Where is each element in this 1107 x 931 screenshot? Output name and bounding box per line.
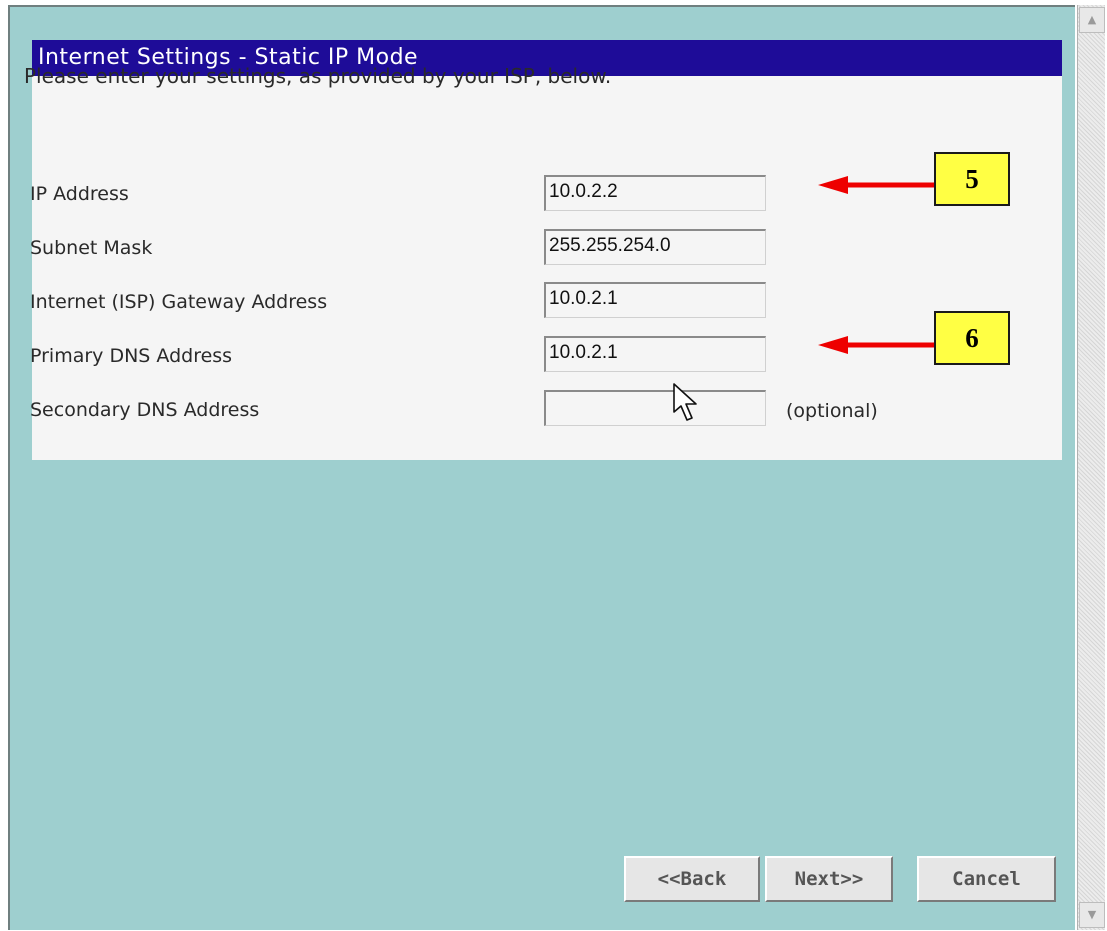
cancel-button[interactable]: Cancel bbox=[917, 856, 1056, 902]
optional-note: (optional) bbox=[786, 400, 878, 422]
ip-address-label: IP Address bbox=[30, 183, 129, 205]
ip-address-field[interactable]: 10.0.2.2 bbox=[544, 175, 766, 211]
next-button[interactable]: Next>> bbox=[765, 856, 893, 902]
primary-dns-label: Primary DNS Address bbox=[30, 345, 233, 367]
callout-6: 6 bbox=[934, 311, 1010, 365]
subnet-mask-label: Subnet Mask bbox=[30, 237, 153, 259]
subnet-mask-field[interactable]: 255.255.254.0 bbox=[544, 229, 766, 265]
gateway-address-field[interactable]: 10.0.2.1 bbox=[544, 282, 766, 318]
vertical-scrollbar[interactable]: ▲ ▼ bbox=[1077, 5, 1105, 930]
scroll-down-icon[interactable]: ▼ bbox=[1079, 902, 1105, 928]
secondary-dns-field[interactable] bbox=[544, 390, 766, 426]
primary-dns-field[interactable]: 10.0.2.1 bbox=[544, 336, 766, 372]
intro-text: Please enter your settings, as provided … bbox=[24, 64, 612, 88]
mouse-pointer-icon bbox=[673, 383, 697, 421]
gateway-address-label: Internet (ISP) Gateway Address bbox=[30, 291, 328, 313]
back-button[interactable]: <<Back bbox=[624, 856, 760, 902]
secondary-dns-label: Secondary DNS Address bbox=[30, 399, 260, 421]
arrow-left-icon bbox=[818, 336, 936, 354]
arrow-left-icon bbox=[818, 176, 936, 194]
scroll-up-icon[interactable]: ▲ bbox=[1079, 7, 1105, 33]
callout-5: 5 bbox=[934, 152, 1010, 206]
